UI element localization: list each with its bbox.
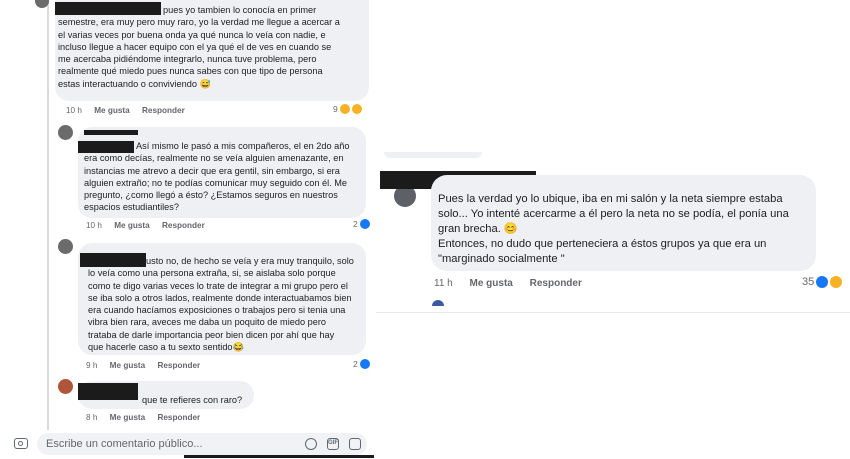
reply-link[interactable]: Responder — [530, 278, 582, 289]
redacted-name — [84, 130, 138, 135]
thread-line — [47, 0, 49, 430]
comment-text: Pues la verdad yo lo ubique, iba en mi s… — [438, 193, 789, 265]
comment-composer: Escribe un comentario público... GIF — [0, 430, 376, 459]
comment-bubble: justo no, de hecho se veía y era muy tra… — [78, 243, 366, 355]
like-reaction-icon — [359, 219, 370, 229]
avatar[interactable] — [58, 125, 73, 140]
comment-text: pues yo tambien lo conocía en primer sem… — [58, 5, 340, 89]
previous-bubble — [384, 152, 482, 158]
comment-actions: 10 h Me gusta Responder — [66, 106, 195, 115]
avatar[interactable] — [58, 379, 73, 394]
avatar-sticker-icon[interactable] — [305, 438, 317, 450]
reaction-count: 2 — [353, 219, 358, 229]
sticker-icon[interactable] — [349, 438, 361, 450]
reply-link[interactable]: Responder — [157, 413, 200, 422]
gif-icon[interactable]: GIF — [327, 438, 339, 450]
redaction-bar — [184, 455, 374, 458]
reaction-summary[interactable]: 9 — [333, 104, 362, 114]
haha-reaction-icon — [351, 104, 362, 114]
comment-time: 10 h — [66, 106, 82, 115]
comment-bubble: Así mismo le pasó a mis compañeros, el e… — [78, 127, 366, 218]
reply-link[interactable]: Responder — [157, 361, 200, 370]
reply-link[interactable]: Responder — [162, 221, 205, 230]
next-avatar — [432, 300, 444, 306]
left-comment-thread: pues yo tambien lo conocía en primer sem… — [0, 0, 376, 459]
comment-actions: 10 h Me gusta Responder — [86, 221, 215, 230]
reaction-summary[interactable]: 2 — [353, 219, 370, 229]
comment-text: justo no, de hecho se veía y era muy tra… — [88, 256, 354, 353]
comment-time: 11 h — [434, 278, 453, 289]
comment-placeholder: Escribe un comentario público... — [46, 438, 203, 450]
reply-link[interactable]: Responder — [142, 106, 185, 115]
screenshot-divider — [376, 312, 850, 313]
like-link[interactable]: Me gusta — [110, 361, 146, 370]
comment-text: Así mismo le pasó a mis compañeros, el e… — [84, 141, 350, 213]
comment-bubble: que te refieres con raro? — [78, 381, 254, 409]
comment-text: que te refieres con raro? — [142, 395, 243, 405]
like-link[interactable]: Me gusta — [470, 278, 513, 289]
comment-bubble: Pues la verdad yo lo ubique, iba en mi s… — [431, 175, 816, 271]
comment-time: 8 h — [86, 413, 98, 422]
reaction-count: 9 — [333, 104, 338, 114]
like-reaction-icon — [816, 276, 829, 288]
reaction-count: 2 — [353, 359, 358, 369]
like-reaction-icon — [359, 359, 370, 369]
comment-actions: 9 h Me gusta Responder — [86, 361, 210, 370]
reaction-summary[interactable]: 35 — [802, 276, 843, 288]
right-comment: Pues la verdad yo lo ubique, iba en mi s… — [376, 152, 850, 312]
like-link[interactable]: Me gusta — [114, 221, 150, 230]
like-link[interactable]: Me gusta — [94, 106, 130, 115]
camera-icon[interactable] — [14, 438, 28, 449]
comment-time: 9 h — [86, 361, 98, 370]
reaction-summary[interactable]: 2 — [353, 359, 370, 369]
reaction-count: 35 — [802, 276, 815, 288]
avatar[interactable] — [58, 239, 73, 254]
like-link[interactable]: Me gusta — [110, 413, 146, 422]
wow-reaction-icon — [339, 104, 350, 114]
comment-actions: 11 h Me gusta Responder — [434, 278, 592, 289]
comment-input[interactable]: Escribe un comentario público... GIF — [37, 433, 367, 455]
wow-reaction-icon — [830, 276, 843, 288]
redacted-name — [78, 383, 138, 400]
comment-time: 10 h — [86, 221, 102, 230]
comment-actions: 8 h Me gusta Responder — [86, 413, 210, 422]
comment-bubble: pues yo tambien lo conocía en primer sem… — [55, 0, 369, 101]
